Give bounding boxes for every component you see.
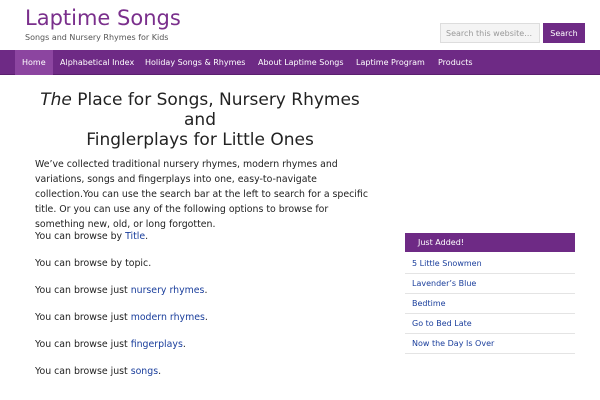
browse-line-fingerplays: You can browse just fingerplays.	[35, 339, 186, 350]
just-added-header: Just Added!	[405, 233, 575, 252]
browse-line-topic: You can browse by topic.	[35, 258, 151, 269]
browse-prefix: You can browse just	[35, 366, 131, 377]
browse-suffix: .	[145, 231, 149, 242]
browse-suffix: .	[204, 285, 208, 296]
browse-link-fingerplays[interactable]: fingerplays	[131, 339, 183, 350]
just-added-item[interactable]: Bedtime	[405, 294, 575, 314]
browse-prefix: You can browse by	[35, 231, 126, 242]
browse-prefix: You can browse by topic.	[35, 258, 152, 269]
browse-link-nursery-rhymes[interactable]: nursery rhymes	[131, 285, 205, 296]
browse-link-songs[interactable]: songs	[131, 366, 158, 377]
browse-link-modern-rhymes[interactable]: modern rhymes	[131, 312, 205, 323]
page-title: The Place for Songs, Nursery Rhymes and …	[0, 90, 400, 150]
intro-paragraph: We’ve collected traditional nursery rhym…	[35, 159, 368, 230]
browse-line-nursery-rhymes: You can browse just nursery rhymes.	[35, 285, 207, 296]
page-title-line-3: Finglerplays for Little Ones	[86, 130, 314, 150]
page-title-emphasis: The	[40, 90, 72, 110]
browse-suffix: .	[204, 312, 208, 323]
nav-item-alphabetical-index[interactable]: Alphabetical Index	[53, 50, 141, 75]
browse-suffix: .	[182, 339, 186, 350]
just-added-item[interactable]: Now the Day Is Over	[405, 334, 575, 354]
browse-suffix: .	[158, 366, 162, 377]
site-description: Songs and Nursery Rhymes for Kids	[25, 33, 169, 42]
main-nav: Home Alphabetical Index Holiday Songs & …	[0, 50, 600, 75]
nav-item-home[interactable]: Home	[15, 50, 53, 75]
page-title-line-1-rest: Place for Songs, Nursery Rhymes	[71, 90, 360, 110]
page-title-line-1: The Place for Songs, Nursery Rhymes	[0, 90, 400, 110]
just-added-item[interactable]: Lavender’s Blue	[405, 274, 575, 294]
just-added-item[interactable]: Go to Bed Late	[405, 314, 575, 334]
browse-line-songs: You can browse just songs.	[35, 366, 161, 377]
search-input[interactable]	[440, 23, 540, 43]
browse-prefix: You can browse just	[35, 312, 131, 323]
nav-item-about[interactable]: About Laptime Songs	[251, 50, 351, 75]
nav-item-holiday-songs[interactable]: Holiday Songs & Rhymes	[138, 50, 252, 75]
browse-link-title[interactable]: Title	[125, 231, 145, 242]
just-added-list: 5 Little Snowmen Lavender’s Blue Bedtime…	[405, 254, 575, 354]
browse-line-title: You can browse by Title.	[35, 231, 148, 242]
just-added-item[interactable]: 5 Little Snowmen	[405, 254, 575, 274]
page-title-line-2: and	[184, 110, 216, 130]
search-button[interactable]: Search	[543, 23, 585, 43]
browse-prefix: You can browse just	[35, 339, 131, 350]
browse-line-modern-rhymes: You can browse just modern rhymes.	[35, 312, 208, 323]
browse-prefix: You can browse just	[35, 285, 131, 296]
nav-item-products[interactable]: Products	[431, 50, 480, 75]
nav-item-laptime-program[interactable]: Laptime Program	[349, 50, 432, 75]
site-title[interactable]: Laptime Songs	[25, 6, 181, 30]
